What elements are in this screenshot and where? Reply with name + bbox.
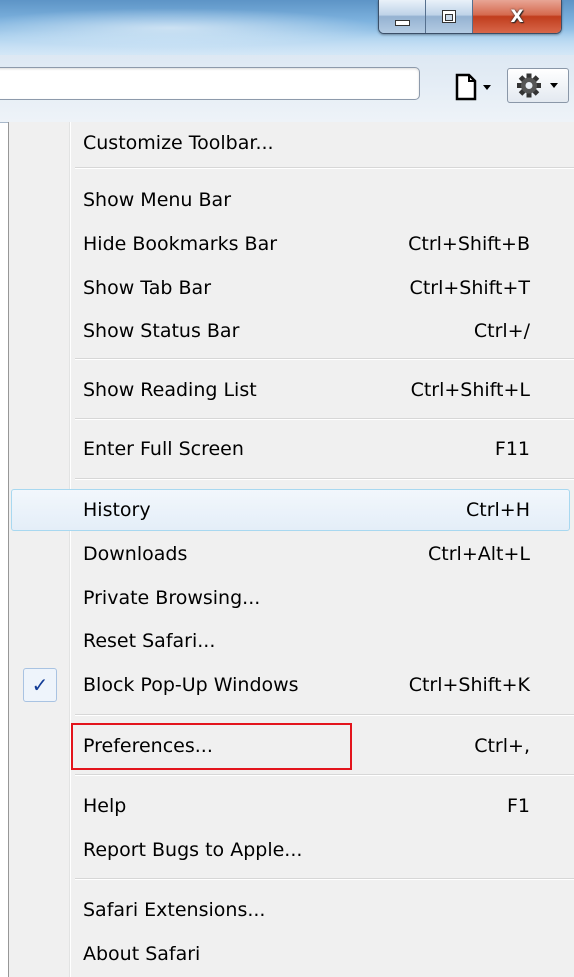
menu-item-shortcut: Ctrl+Shift+T <box>409 277 530 299</box>
menu-item-label: Block Pop-Up Windows <box>83 674 299 696</box>
close-icon: X <box>510 6 524 27</box>
menu-separator <box>75 418 574 420</box>
window-title-bar: X <box>0 0 574 55</box>
menu-item-customize-toolbar[interactable]: Customize Toolbar... <box>9 122 574 164</box>
minimize-button[interactable] <box>379 0 426 33</box>
menu-item-show-tab-bar[interactable]: Show Tab Bar Ctrl+Shift+T <box>9 267 574 309</box>
menu-item-label: Show Tab Bar <box>83 277 211 299</box>
restore-icon <box>442 10 456 23</box>
caption-buttons: X <box>378 0 562 34</box>
menu-item-label: Help <box>83 795 127 817</box>
menu-item-shortcut: Ctrl+, <box>474 735 530 757</box>
settings-menu-button[interactable] <box>507 68 569 103</box>
menu-separator <box>75 478 574 480</box>
menu-separator <box>75 878 574 880</box>
toolbar <box>0 55 574 123</box>
address-bar[interactable] <box>0 67 420 100</box>
menu-item-shortcut: Ctrl+Shift+L <box>410 379 530 401</box>
menu-item-enter-full-screen[interactable]: Enter Full Screen F11 <box>9 428 574 470</box>
menu-item-private-browsing[interactable]: Private Browsing... <box>9 577 574 619</box>
highlight-annotation-box <box>71 723 352 770</box>
menu-item-downloads[interactable]: Downloads Ctrl+Alt+L <box>9 533 574 575</box>
menu-item-show-status-bar[interactable]: Show Status Bar Ctrl+/ <box>9 310 574 352</box>
menu-item-shortcut: Ctrl+H <box>465 499 530 521</box>
menu-separator <box>75 167 574 169</box>
menu-item-shortcut: Ctrl+/ <box>473 320 530 342</box>
menu-item-label: Enter Full Screen <box>83 438 244 460</box>
menu-item-label: Show Status Bar <box>83 320 240 342</box>
menu-item-block-popup-windows[interactable]: ✓ Block Pop-Up Windows Ctrl+Shift+K <box>9 664 574 706</box>
menu-item-label: Private Browsing... <box>83 587 261 609</box>
page-menu-button[interactable] <box>453 73 495 101</box>
page-menu-icon <box>455 73 491 101</box>
menu-item-hide-bookmarks-bar[interactable]: Hide Bookmarks Bar Ctrl+Shift+B <box>9 223 574 265</box>
menu-separator <box>75 358 574 360</box>
menu-item-label: History <box>83 499 151 521</box>
menu-item-safari-extensions[interactable]: Safari Extensions... <box>9 889 574 931</box>
settings-dropdown-menu: Customize Toolbar... Show Menu Bar Hide … <box>8 122 574 977</box>
menu-item-label: Report Bugs to Apple... <box>83 839 303 861</box>
gear-icon <box>517 73 558 98</box>
menu-item-show-menu-bar[interactable]: Show Menu Bar <box>9 179 574 221</box>
menu-item-shortcut: F1 <box>506 795 530 817</box>
menu-separator <box>75 714 574 716</box>
checkmark-icon: ✓ <box>23 668 57 702</box>
menu-separator <box>75 774 574 776</box>
menu-item-history[interactable]: History Ctrl+H <box>9 489 574 531</box>
menu-item-shortcut: Ctrl+Alt+L <box>428 543 530 565</box>
menu-item-shortcut: F11 <box>494 438 530 460</box>
menu-item-label: Safari Extensions... <box>83 899 266 921</box>
menu-item-label: Customize Toolbar... <box>83 132 274 154</box>
close-button[interactable]: X <box>473 0 561 33</box>
menu-item-shortcut: Ctrl+Shift+K <box>408 674 530 696</box>
menu-item-label: About Safari <box>83 943 201 965</box>
maximize-button[interactable] <box>426 0 473 33</box>
menu-item-label: Downloads <box>83 543 188 565</box>
menu-item-label: Show Reading List <box>83 379 257 401</box>
menu-item-label: Show Menu Bar <box>83 189 232 211</box>
menu-item-help[interactable]: Help F1 <box>9 785 574 827</box>
menu-item-show-reading-list[interactable]: Show Reading List Ctrl+Shift+L <box>9 369 574 411</box>
menu-item-label: Reset Safari... <box>83 630 216 652</box>
menu-item-label: Hide Bookmarks Bar <box>83 233 278 255</box>
menu-item-report-bugs[interactable]: Report Bugs to Apple... <box>9 829 574 871</box>
minimize-icon <box>394 19 410 26</box>
menu-item-shortcut: Ctrl+Shift+B <box>408 233 530 255</box>
menu-item-about-safari[interactable]: About Safari <box>9 933 574 975</box>
menu-item-reset-safari[interactable]: Reset Safari... <box>9 620 574 662</box>
